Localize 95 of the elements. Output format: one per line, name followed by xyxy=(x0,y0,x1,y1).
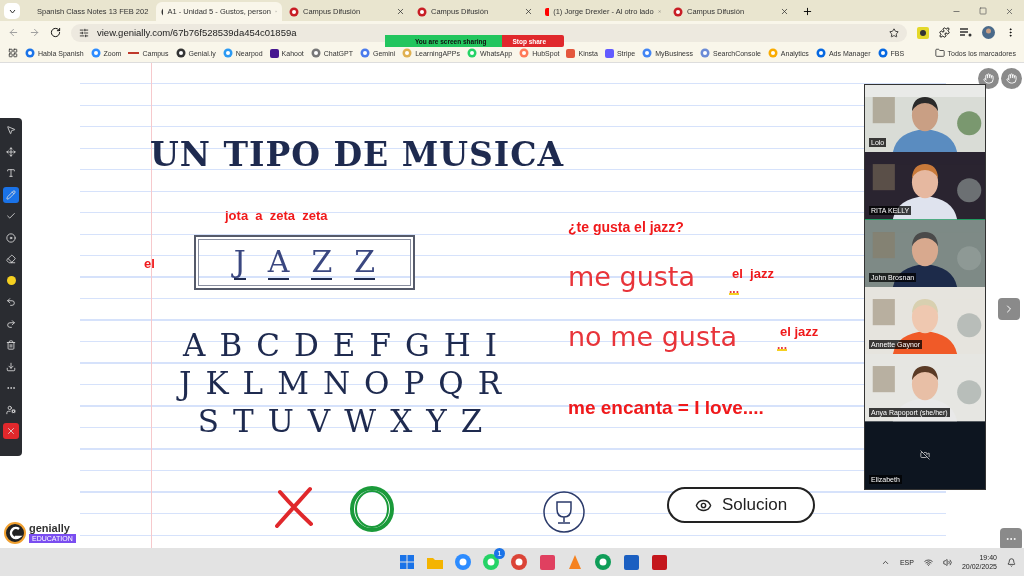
word-letter: A xyxy=(267,245,290,280)
site-settings-icon[interactable] xyxy=(79,27,89,38)
alphabet-letter: W xyxy=(344,403,377,439)
alphabet-letter: P xyxy=(403,365,425,401)
folder-icon xyxy=(934,48,945,58)
alphabet-letter: S xyxy=(197,403,220,439)
media-icon[interactable] xyxy=(960,27,972,38)
alphabet-letter: M xyxy=(277,365,309,401)
alphabet-letter: D xyxy=(293,327,319,363)
app-icon[interactable] xyxy=(511,554,527,570)
blank-dots: ... xyxy=(777,341,787,351)
extension-icon[interactable] xyxy=(917,26,929,39)
reload-icon[interactable] xyxy=(50,27,61,38)
answer-object: el jazz xyxy=(780,324,819,339)
hand-icon xyxy=(1006,73,1017,84)
bookmark-star-icon[interactable] xyxy=(889,27,899,38)
alphabet-letter: F xyxy=(369,327,391,363)
alphabet-letter: Y xyxy=(426,403,447,439)
alphabet-letter: O xyxy=(364,365,390,401)
solution-button[interactable]: Solucion xyxy=(667,487,815,523)
pen-tool-button[interactable] xyxy=(3,186,19,203)
more-button[interactable] xyxy=(1000,528,1022,548)
blank-dots: ... xyxy=(729,285,739,295)
close-icon[interactable] xyxy=(780,7,789,16)
app-icon[interactable] xyxy=(595,554,611,570)
alphabet-letter: L xyxy=(242,365,264,401)
close-icon[interactable] xyxy=(396,7,405,16)
puzzle-icon[interactable] xyxy=(939,27,950,38)
alphabet-letter: Q xyxy=(438,365,464,401)
close-icon xyxy=(6,426,16,436)
undo-icon xyxy=(6,297,16,307)
new-tab-icon[interactable] xyxy=(802,6,813,17)
close-icon[interactable] xyxy=(1005,7,1014,16)
brand-name: genially xyxy=(29,523,70,534)
notification-badge: 1 xyxy=(494,548,505,559)
alphabet-letter: E xyxy=(332,327,356,363)
tool-button[interactable] xyxy=(3,423,19,439)
trash-icon xyxy=(6,340,16,350)
answer-object: el jazz xyxy=(732,266,774,281)
genially-logo-icon xyxy=(4,522,26,544)
hand-icon xyxy=(983,73,994,84)
alphabet-letter: X xyxy=(390,403,413,439)
eraser-icon xyxy=(6,254,16,264)
app-icon[interactable] xyxy=(455,554,471,570)
app-icon[interactable] xyxy=(483,554,499,570)
redo-icon xyxy=(6,318,16,329)
chevron-icon xyxy=(8,8,16,14)
url-text: view.genially.com/67b76f528539da454c01859a xyxy=(97,27,298,38)
search-icon xyxy=(25,48,35,58)
alphabet-letter: N xyxy=(322,365,350,401)
target-icon xyxy=(6,232,16,243)
alphabet-letter: V xyxy=(307,403,331,439)
alphabet-letter: J xyxy=(178,365,192,401)
user-settings-icon xyxy=(6,404,16,415)
avatar-icon[interactable] xyxy=(982,26,995,39)
circle-mark-drawing xyxy=(348,484,396,534)
word-letter: Z xyxy=(311,245,333,280)
alphabet-letter: R xyxy=(477,365,502,401)
alphabet-letter: C xyxy=(256,327,280,363)
close-icon[interactable] xyxy=(524,7,533,16)
check-icon xyxy=(6,211,16,221)
alphabet-letter: A xyxy=(183,327,206,363)
alphabet-letter: Z xyxy=(460,403,483,439)
wifi-icon[interactable] xyxy=(923,557,933,567)
trophy-icon[interactable] xyxy=(542,490,586,534)
alphabet-letter: I xyxy=(484,327,497,363)
word-letter: Z xyxy=(354,245,376,280)
alphabet-letter: H xyxy=(443,327,471,363)
apps-icon[interactable] xyxy=(8,48,18,58)
pencil-icon xyxy=(6,189,16,200)
move-icon xyxy=(6,146,16,157)
alphabet-letter: K xyxy=(205,365,229,401)
text-icon xyxy=(6,168,16,178)
alphabet-letter: T xyxy=(233,403,254,439)
alphabet-letter: U xyxy=(267,403,294,439)
app-icon[interactable] xyxy=(623,554,639,570)
bell-icon[interactable] xyxy=(1007,557,1016,567)
app-icon[interactable] xyxy=(651,554,667,570)
spelling-text: jota a zeta zeta xyxy=(225,208,328,223)
cross-mark-drawing xyxy=(274,486,314,528)
dash-icon xyxy=(128,51,140,55)
camera-off-icon xyxy=(920,449,930,460)
alphabet-letter: B xyxy=(219,327,243,363)
alphabet-letter: G xyxy=(404,327,430,363)
download-icon xyxy=(6,361,16,372)
pointer-icon xyxy=(6,125,16,135)
answer-phrase: no me gusta xyxy=(568,321,738,352)
app-icon[interactable] xyxy=(539,554,555,570)
question-text: ¿te gusta el jazz? xyxy=(568,219,684,235)
note-text: me encanta = I love.... xyxy=(568,397,764,419)
article-text: el xyxy=(144,256,155,271)
answer-phrase: me gusta xyxy=(568,261,695,292)
slide-title: UN TIPO DE MUSICA xyxy=(150,135,565,174)
volume-icon[interactable] xyxy=(942,557,952,567)
word-letter: J xyxy=(233,245,246,280)
